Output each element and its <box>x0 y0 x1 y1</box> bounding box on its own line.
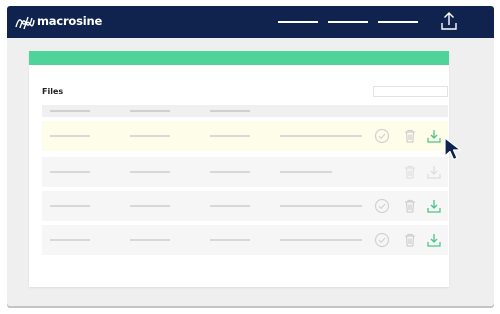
files-card: Files <box>29 51 449 287</box>
download-icon[interactable] <box>426 232 442 248</box>
cell-3 <box>210 135 250 137</box>
cell-4 <box>280 135 362 137</box>
cell-1 <box>50 135 90 137</box>
cell-2 <box>130 135 170 137</box>
table-row[interactable] <box>42 225 448 255</box>
cell-3 <box>210 171 250 173</box>
cell-4 <box>280 239 362 241</box>
table-row[interactable] <box>42 157 448 187</box>
trash-icon[interactable] <box>402 128 418 144</box>
files-title: Files <box>42 87 64 96</box>
cell-3 <box>210 239 250 241</box>
app-window: macrosine Files <box>7 6 494 306</box>
cell-3 <box>210 205 250 207</box>
upload-icon[interactable] <box>440 11 458 31</box>
trash-icon[interactable] <box>402 198 418 214</box>
nav-item-3[interactable] <box>378 21 418 23</box>
download-icon[interactable] <box>426 198 442 214</box>
trash-icon[interactable] <box>402 164 418 180</box>
column-header-2 <box>130 110 170 112</box>
nav-item-2[interactable] <box>328 21 368 23</box>
cell-2 <box>130 205 170 207</box>
trash-icon[interactable] <box>402 232 418 248</box>
check-circle-icon[interactable] <box>374 128 390 144</box>
brand-name: macrosine <box>37 14 103 28</box>
column-header-1 <box>50 110 90 112</box>
macrosine-logo-icon <box>15 16 35 30</box>
download-icon[interactable] <box>426 128 442 144</box>
check-circle-icon[interactable] <box>374 232 390 248</box>
top-navbar: macrosine <box>7 6 494 38</box>
cell-1 <box>50 205 90 207</box>
download-icon[interactable] <box>426 164 442 180</box>
cell-2 <box>130 239 170 241</box>
table-row[interactable] <box>42 121 448 151</box>
table-row[interactable] <box>42 191 448 221</box>
cell-1 <box>50 171 90 173</box>
column-header-3 <box>210 110 250 112</box>
cell-2 <box>130 171 170 173</box>
card-accent-bar <box>29 51 449 65</box>
cell-4 <box>280 205 362 207</box>
nav-item-1[interactable] <box>278 21 318 23</box>
table-header <box>42 105 448 117</box>
check-circle-icon[interactable] <box>374 198 390 214</box>
cell-4 <box>280 171 332 173</box>
cell-1 <box>50 239 90 241</box>
search-input[interactable] <box>373 86 448 97</box>
mouse-cursor-icon <box>444 137 462 161</box>
